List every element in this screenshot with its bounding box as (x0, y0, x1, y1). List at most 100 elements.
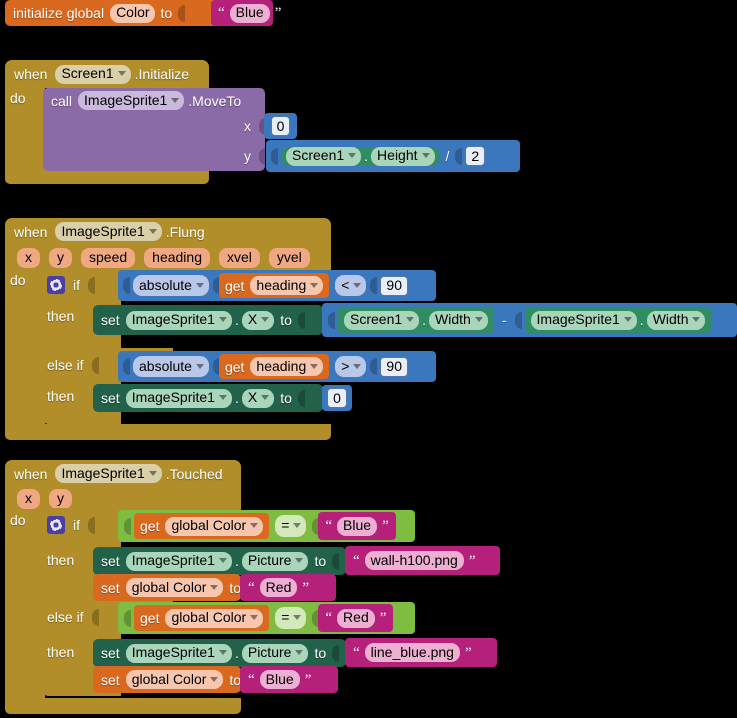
getter-component-field-imagesprite1[interactable]: ImageSprite1 (530, 310, 637, 330)
get-global-color-block-1[interactable]: get global Color (134, 513, 270, 539)
number-field-0[interactable]: 0 (327, 388, 347, 408)
getter-property-field-width-2[interactable]: Width (646, 310, 706, 330)
close-quote-icon-6: ” (464, 644, 472, 661)
param-xvel[interactable]: xvel (218, 248, 260, 268)
do-label-touched: do (10, 512, 26, 528)
text-block-wall-png[interactable]: “ wall-h100.png ” (345, 546, 500, 575)
component-dropdown-screen1[interactable]: Screen1 (55, 64, 131, 84)
text-block-red-1[interactable]: “ Red ” (240, 574, 336, 601)
text-value-field[interactable]: Blue (229, 3, 270, 23)
getter-property-field[interactable]: Height (371, 146, 435, 166)
set-keyword-global-1: set (101, 579, 120, 596)
text-value-field-line-blue-png[interactable]: line_blue.png (364, 643, 460, 662)
arg-x-label: x (244, 118, 251, 134)
absolute-function-dropdown-2[interactable]: absolute (133, 356, 209, 377)
set-global-color-block-1[interactable]: set global Color to (93, 574, 255, 601)
set-imagesprite1-picture-block-1[interactable]: set ImageSprite1 . Picture to (93, 547, 346, 575)
open-quote-icon-5: “ (325, 610, 333, 626)
get-heading-block-2[interactable]: get heading (218, 354, 330, 379)
text-value-field-wall-png[interactable]: wall-h100.png (364, 551, 464, 570)
get-heading-block-1[interactable]: get heading (218, 273, 330, 298)
imagesprite1-width-getter-block[interactable]: ImageSprite1 . Width (524, 307, 712, 333)
setter-property-dropdown-1[interactable]: X (241, 310, 275, 330)
global-name-field[interactable]: Color (110, 3, 155, 23)
mutator-gear-icon[interactable] (47, 276, 65, 294)
get-global-color-block-2[interactable]: get global Color (134, 605, 270, 631)
setter-property-dropdown-picture-2[interactable]: Picture (241, 643, 309, 663)
text-block-blue-2[interactable]: “ Blue ” (240, 666, 338, 693)
variable-dropdown-global-color-2[interactable]: global Color (165, 608, 264, 628)
variable-dropdown-global-color-1[interactable]: global Color (165, 516, 264, 536)
component-dropdown-imagesprite1-touched[interactable]: ImageSprite1 (55, 464, 162, 483)
param-touched-y[interactable]: y (49, 489, 72, 509)
text-value-field-blue-cond[interactable]: Blue (337, 516, 378, 536)
mutator-gear-icon-touched[interactable] (47, 516, 65, 534)
absolute-function-dropdown-1[interactable]: absolute (133, 275, 209, 296)
close-quote-icon-5: ” (379, 610, 387, 626)
operator-dropdown-greaterthan[interactable]: > (335, 356, 367, 377)
set-keyword-1: set (101, 312, 120, 328)
variable-dropdown-heading-2[interactable]: heading (250, 357, 324, 376)
setter-component-dropdown-pic-2[interactable]: ImageSprite1 (125, 643, 232, 663)
getter-property-field-width-1[interactable]: Width (429, 310, 488, 330)
elseif-condition-socket-touched (91, 608, 99, 626)
text-block-red-cond[interactable]: “ Red ” (318, 604, 394, 632)
set-imagesprite1-picture-block-2[interactable]: set ImageSprite1 . Picture to (93, 639, 346, 667)
set-global-color-block-2[interactable]: set global Color to (93, 666, 255, 693)
text-block-blue-cond[interactable]: “ Blue ” (318, 512, 396, 540)
touched-header: when ImageSprite1 .Touched (5, 460, 241, 487)
compare-left-socket-1 (123, 277, 130, 294)
number-block-zero[interactable]: 0 (322, 385, 352, 411)
value-socket (178, 4, 186, 22)
setter-property-dropdown-2[interactable]: X (241, 388, 275, 408)
open-quote-icon-4: “ (248, 579, 255, 596)
getter-component-field[interactable]: Screen1 (286, 146, 362, 166)
setter-component-dropdown-2[interactable]: ImageSprite1 (125, 388, 232, 408)
event-name-label: .Initialize (134, 66, 190, 82)
screen1-width-getter-block[interactable]: Screen1 . Width (338, 307, 494, 333)
text-block-line-blue-png[interactable]: “ line_blue.png ” (345, 638, 497, 667)
setter-component-dropdown-pic-1[interactable]: ImageSprite1 (125, 551, 232, 571)
param-x[interactable]: x (17, 248, 40, 268)
variable-dropdown-heading-1[interactable]: heading (250, 276, 324, 295)
comparison-block-flung-2[interactable]: absolute get heading > 90 (118, 351, 436, 382)
open-quote-icon-3: “ (353, 552, 360, 569)
operator-dropdown-equals-2[interactable]: = (275, 607, 307, 629)
text-block-blue-init[interactable]: “ Blue ” (211, 0, 281, 26)
text-value-field-red-cond[interactable]: Red (337, 608, 375, 628)
operator-dropdown-lessthan[interactable]: < (335, 275, 367, 296)
event-name-label-touched: .Touched (165, 465, 223, 482)
set-imagesprite1-x-block-2[interactable]: set ImageSprite1 . X to (93, 384, 323, 412)
division-block[interactable]: Screen1 . Height / 2 (266, 140, 520, 172)
param-touched-x[interactable]: x (17, 489, 40, 509)
param-speed[interactable]: speed (81, 248, 136, 268)
getter-dot-2: . (422, 312, 427, 328)
text-value-field-blue-2[interactable]: Blue (259, 670, 300, 689)
setter-variable-dropdown-1[interactable]: global Color (125, 578, 224, 597)
text-value-field-red-1[interactable]: Red (259, 578, 298, 597)
setter-dot-pic-2: . (234, 645, 239, 661)
equals-block-touched-1[interactable]: get global Color = “ Blue ” (118, 510, 415, 542)
when-keyword-touched: when (14, 465, 48, 482)
number-field-divisor[interactable]: 2 (465, 146, 486, 166)
equals-block-touched-2[interactable]: get global Color = “ Red ” (118, 602, 415, 634)
operator-dropdown-equals-1[interactable]: = (275, 515, 307, 537)
number-field-90-a[interactable]: 90 (380, 275, 408, 296)
number-block-x[interactable]: 0 (264, 113, 297, 139)
number-field-x[interactable]: 0 (270, 116, 291, 136)
component-dropdown-imagesprite1[interactable]: ImageSprite1 (78, 91, 185, 110)
param-y[interactable]: y (49, 248, 72, 268)
set-imagesprite1-x-block-1[interactable]: set ImageSprite1 . X to (93, 305, 323, 335)
setter-property-dropdown-picture-1[interactable]: Picture (241, 551, 309, 571)
setter-variable-dropdown-2[interactable]: global Color (125, 670, 224, 689)
subtraction-block[interactable]: Screen1 . Width - ImageSprite1 . Width (322, 303, 737, 337)
divide-right-socket (455, 147, 463, 165)
component-dropdown-screen1-height-comp[interactable]: Screen1 . Height (281, 146, 440, 166)
getter-component-field-screen1[interactable]: Screen1 (344, 310, 420, 330)
component-dropdown-imagesprite1-flung[interactable]: ImageSprite1 (55, 222, 162, 241)
param-heading[interactable]: heading (144, 248, 210, 268)
param-yvel[interactable]: yvel (268, 248, 310, 268)
comparison-block-flung-1[interactable]: absolute get heading < 90 (118, 270, 436, 301)
number-field-90-b[interactable]: 90 (380, 356, 408, 377)
setter-component-dropdown-1[interactable]: ImageSprite1 (125, 310, 232, 330)
